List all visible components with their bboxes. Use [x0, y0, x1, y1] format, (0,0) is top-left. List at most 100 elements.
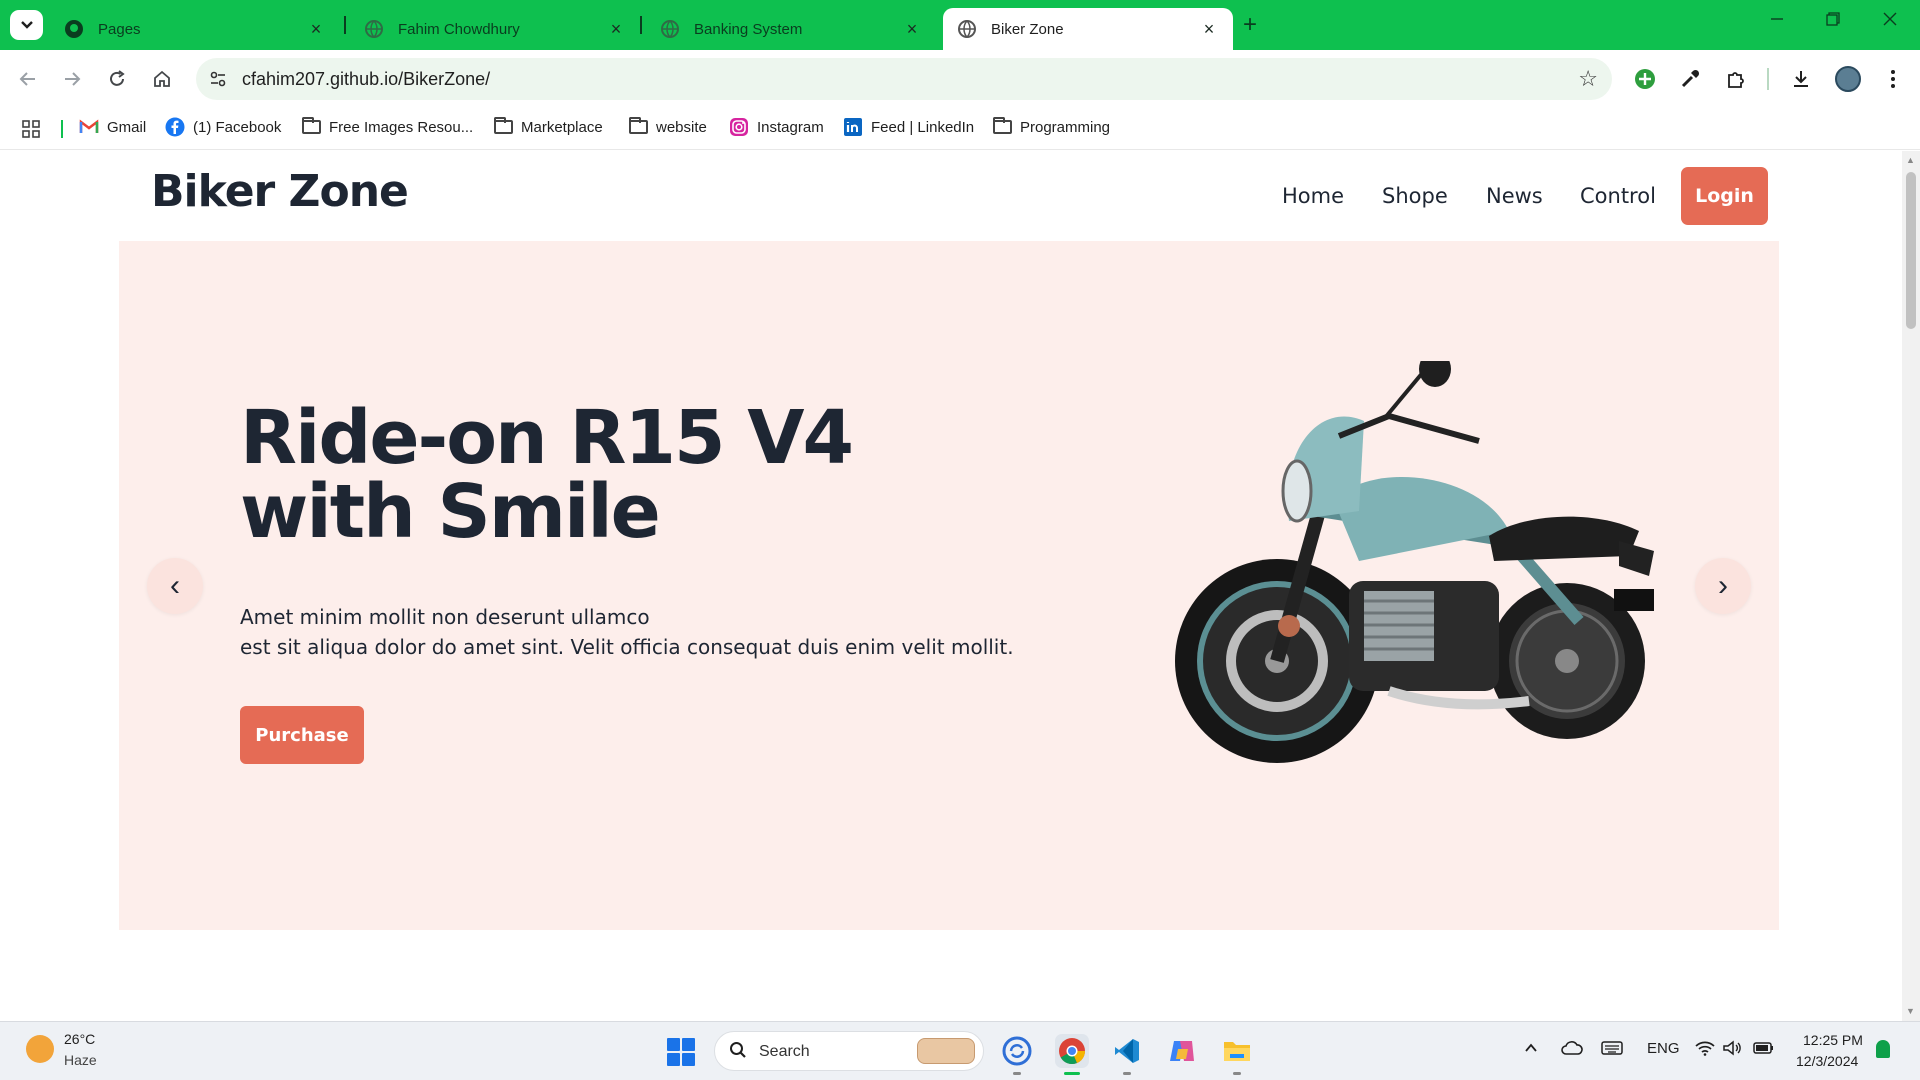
menu-kebab-icon[interactable] [1879, 65, 1907, 93]
scroll-up-arrow-icon[interactable]: ▲ [1906, 155, 1915, 165]
bookmark-folder-free-images[interactable]: Free Images Resou... [301, 117, 473, 136]
tab-biker-zone[interactable]: Biker Zone × [943, 8, 1233, 50]
running-indicator [1123, 1072, 1131, 1075]
bookmark-label: Instagram [757, 118, 824, 136]
profile-avatar[interactable] [1835, 66, 1861, 92]
tab-pages[interactable]: Pages × [50, 8, 340, 50]
taskbar-app-sync-icon[interactable] [1000, 1034, 1034, 1068]
chevron-left-icon: ‹ [170, 569, 180, 602]
motorcycle-image [1175, 361, 1654, 763]
search-icon [729, 1041, 747, 1064]
taskbar-vscode-icon[interactable] [1110, 1034, 1144, 1068]
instagram-icon [729, 118, 749, 136]
weather-haze-icon[interactable] [26, 1035, 54, 1063]
nav-shope[interactable]: Shope [1382, 184, 1448, 208]
restore-button[interactable] [1826, 10, 1840, 31]
bookmark-label: Gmail [107, 118, 147, 136]
start-button-windows-icon[interactable] [667, 1038, 695, 1066]
back-button[interactable] [15, 66, 41, 92]
hero-title: Ride-on R15 V4 with Smile [240, 401, 960, 549]
nav-home[interactable]: Home [1282, 184, 1344, 208]
home-button[interactable] [149, 66, 175, 92]
search-label: Search [759, 1043, 810, 1060]
close-icon[interactable]: × [902, 19, 922, 40]
taskbar-copilot-icon[interactable] [1165, 1034, 1199, 1068]
reload-button[interactable] [104, 66, 130, 92]
taskbar-search[interactable]: Search [714, 1031, 984, 1071]
running-indicator [1013, 1072, 1021, 1075]
tab-fahim-chowdhury[interactable]: Fahim Chowdhury × [350, 8, 640, 50]
hero-slider: Ride-on R15 V4 with Smile Amet minim mol… [119, 241, 1779, 930]
battery-charging-icon[interactable] [1753, 1040, 1775, 1060]
site-info-icon[interactable] [208, 69, 228, 94]
volume-icon[interactable] [1722, 1040, 1742, 1060]
bookmark-label: (1) Facebook [193, 118, 282, 136]
close-icon[interactable]: × [1199, 19, 1219, 40]
minimize-button[interactable] [1770, 10, 1784, 31]
reload-icon [110, 70, 125, 86]
bookmark-folder-programming[interactable]: Programming [992, 117, 1110, 136]
globe-icon [661, 20, 679, 39]
tab-banking-system[interactable]: Banking System × [646, 8, 936, 50]
extension-green-plus-icon[interactable] [1631, 65, 1659, 93]
page-scrollbar[interactable]: ▲ ▼ [1902, 151, 1920, 1021]
globe-icon [365, 20, 383, 39]
new-tab-button[interactable]: + [1243, 11, 1257, 39]
toolbar-divider [1767, 68, 1769, 90]
bookmark-instagram[interactable]: Instagram [729, 118, 824, 136]
close-icon[interactable]: × [306, 19, 326, 40]
weather-temperature[interactable]: 26°C [64, 1031, 95, 1047]
clock-time[interactable]: 12:25 PM [1803, 1032, 1863, 1048]
tray-overflow-chevron-icon[interactable] [1523, 1040, 1539, 1060]
active-indicator [1064, 1072, 1080, 1075]
minimize-icon [1771, 18, 1783, 20]
purchase-button[interactable]: Purchase [240, 706, 364, 764]
forward-button[interactable] [59, 66, 85, 92]
language-indicator[interactable]: ENG [1647, 1040, 1680, 1057]
folder-icon [493, 117, 513, 136]
weather-condition[interactable]: Haze [64, 1052, 97, 1068]
tab-search-button[interactable] [10, 10, 43, 40]
running-indicator [1233, 1072, 1241, 1075]
address-bar[interactable]: cfahim207.github.io/BikerZone/ ☆ [196, 58, 1612, 100]
home-icon [154, 70, 170, 87]
extensions-puzzle-icon[interactable] [1722, 65, 1750, 93]
tab-separator [640, 16, 642, 34]
taskbar-file-explorer-icon[interactable] [1220, 1034, 1254, 1068]
scroll-down-arrow-icon[interactable]: ▼ [1906, 1006, 1915, 1016]
taskbar-chrome-icon[interactable] [1055, 1034, 1089, 1068]
folder-icon [301, 117, 321, 136]
slider-prev-button[interactable]: ‹ [147, 558, 203, 614]
url-text[interactable]: cfahim207.github.io/BikerZone/ [242, 69, 490, 90]
browser-toolbar: cfahim207.github.io/BikerZone/ ☆ [0, 50, 1920, 108]
apps-grid-icon[interactable] [22, 120, 40, 138]
bookmark-gmail[interactable]: Gmail [79, 118, 146, 136]
bookmark-star-icon[interactable]: ☆ [1578, 66, 1598, 92]
facebook-icon [165, 117, 185, 137]
clock-date[interactable]: 12/3/2024 [1796, 1053, 1858, 1069]
close-window-button[interactable] [1883, 10, 1897, 31]
bookmark-folder-website[interactable]: website [628, 117, 707, 136]
eyedropper-icon[interactable] [1676, 65, 1704, 93]
chevron-down-icon [20, 21, 33, 29]
onedrive-cloud-icon[interactable] [1561, 1040, 1583, 1060]
bookmarks-bar: Gmail (1) Facebook Free Images Resou... … [0, 108, 1920, 150]
login-button[interactable]: Login [1681, 167, 1768, 225]
tab-title: Biker Zone [991, 20, 1064, 38]
slider-next-button[interactable]: › [1695, 558, 1751, 614]
notification-bell-icon[interactable] [1876, 1040, 1890, 1058]
bookmark-facebook[interactable]: (1) Facebook [165, 117, 282, 137]
bookmark-folder-marketplace[interactable]: Marketplace [493, 117, 603, 136]
close-icon[interactable]: × [606, 19, 626, 40]
hero-title-line: Ride-on R15 V4 [240, 395, 854, 481]
wifi-icon[interactable] [1695, 1040, 1715, 1060]
bookmark-linkedin[interactable]: Feed | LinkedIn [843, 118, 974, 136]
keyboard-icon[interactable] [1601, 1040, 1623, 1060]
download-icon[interactable] [1787, 65, 1815, 93]
close-icon [1883, 12, 1897, 26]
nav-control[interactable]: Control [1580, 184, 1656, 208]
github-icon [65, 20, 83, 38]
scroll-thumb[interactable] [1906, 172, 1916, 329]
brand-logo[interactable]: Biker Zone [151, 166, 409, 217]
nav-news[interactable]: News [1486, 184, 1543, 208]
